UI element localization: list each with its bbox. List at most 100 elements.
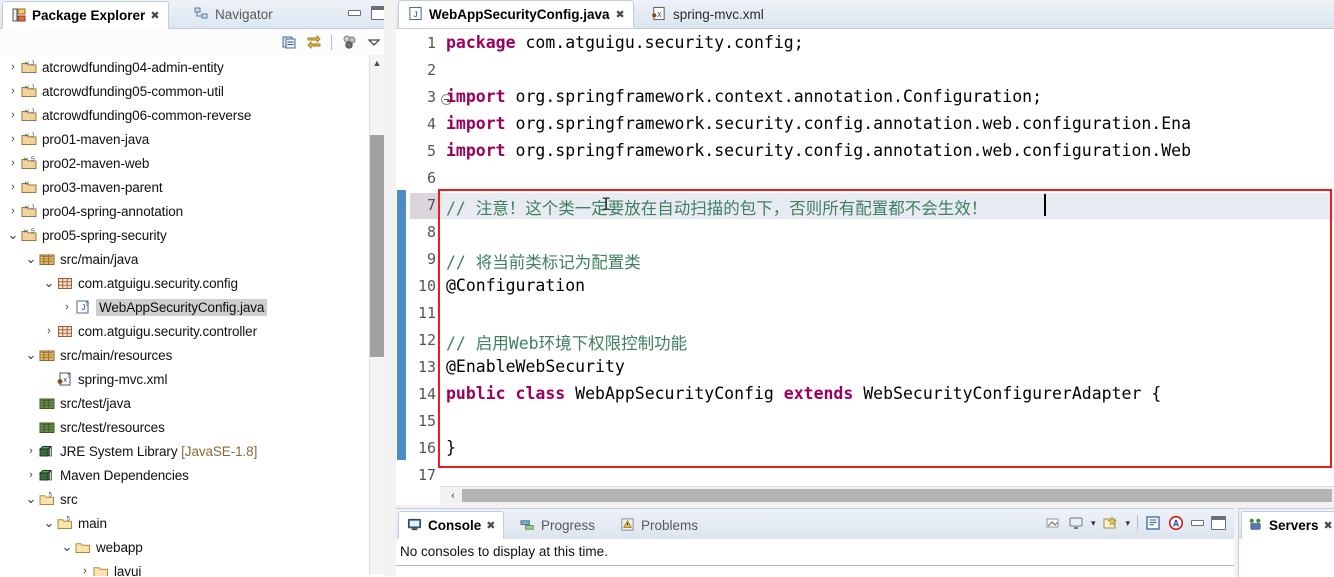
servers-view: Servers ✖ xyxy=(1238,508,1334,577)
chevron-down-icon[interactable]: ⌄ xyxy=(60,540,74,553)
line-number: 10 xyxy=(417,277,436,295)
tab-navigator[interactable]: Navigator xyxy=(186,0,281,28)
tree-item[interactable]: ⌄ webapp xyxy=(0,535,392,559)
collapse-all-icon[interactable] xyxy=(281,34,297,50)
tree-item[interactable]: ⌄ 5 main xyxy=(0,511,392,535)
chevron-right-icon[interactable]: › xyxy=(6,157,20,169)
chevron-down-icon[interactable]: ⌄ xyxy=(6,228,20,241)
tree-item[interactable]: ⌄ 5 src xyxy=(0,487,392,511)
chevron-down-icon[interactable]: ⌄ xyxy=(24,348,38,361)
chevron-right-icon[interactable]: › xyxy=(24,397,38,409)
close-icon[interactable]: ✖ xyxy=(486,519,495,532)
tree-item-label: src xyxy=(60,491,78,507)
maximize-button[interactable] xyxy=(1211,516,1226,530)
close-icon[interactable]: ✖ xyxy=(150,9,159,22)
tree-item[interactable]: › com.atguigu.security.controller xyxy=(0,319,392,343)
tree-item[interactable]: ⌄ src/main/resources xyxy=(0,343,392,367)
line-number: 12 xyxy=(417,331,436,349)
problems-icon xyxy=(620,517,636,533)
chevron-right-icon[interactable]: › xyxy=(78,565,92,576)
line-number: 7 xyxy=(426,196,436,214)
chevron-right-icon[interactable]: › xyxy=(24,445,38,457)
project-tree[interactable]: › M Jatcrowdfunding04-admin-entity › M Jatcro… xyxy=(0,55,392,576)
java-file-icon: J xyxy=(408,6,423,22)
open-console-icon[interactable] xyxy=(1102,515,1118,531)
svg-text:M: M xyxy=(24,229,28,234)
minimize-button[interactable] xyxy=(1191,520,1204,526)
tree-item[interactable]: › src/test/java xyxy=(0,391,392,415)
scroll-up-arrow-icon[interactable]: ▲ xyxy=(370,55,384,71)
open-console-dropdown-icon[interactable]: ▾ xyxy=(1125,518,1130,529)
chevron-right-icon[interactable]: › xyxy=(42,373,56,385)
display-selected-console-dropdown-icon[interactable]: ▾ xyxy=(1091,518,1096,529)
minimize-button[interactable] xyxy=(348,10,361,16)
view-menu-icon[interactable] xyxy=(366,34,382,50)
chevron-right-icon[interactable]: › xyxy=(60,301,74,313)
tree-item[interactable]: › M Jpro04-spring-annotation xyxy=(0,199,392,223)
chevron-right-icon[interactable]: › xyxy=(6,133,20,145)
tree-item[interactable]: › J 5 WebAppSecurityConfig.java xyxy=(0,295,392,319)
editor-horizontal-scrollbar[interactable]: ‹ xyxy=(440,486,1334,505)
chevron-right-icon[interactable]: › xyxy=(6,205,20,217)
tree-item[interactable]: › Mpro03-maven-parent xyxy=(0,175,392,199)
tree-item[interactable]: › Maven Dependencies xyxy=(0,463,392,487)
tree-item[interactable]: › M Jpro01-maven-java xyxy=(0,127,392,151)
explorer-vertical-scrollbar[interactable]: ▲ xyxy=(369,55,384,574)
ansi-console-icon[interactable]: A xyxy=(1168,515,1184,531)
tree-item-label: JRE System Library [JavaSE-1.8] xyxy=(60,443,258,459)
code-editor[interactable]: 1 2 3 4 5 6 7 8 9 10 11 12 13 14 15 16 17 package com.at… xyxy=(396,29,1334,505)
tab-webappsecurityconfig-java[interactable]: J WebAppSecurityConfig.java ✖ xyxy=(398,0,634,28)
svg-text:J: J xyxy=(31,109,34,115)
library-icon xyxy=(38,443,56,459)
tree-item-label: src/main/resources xyxy=(60,347,173,363)
chevron-right-icon[interactable]: › xyxy=(6,109,20,121)
hscrollbar-thumb[interactable] xyxy=(462,489,1332,502)
clear-console-icon[interactable] xyxy=(1045,515,1061,531)
tab-problems[interactable]: Problems xyxy=(612,511,706,539)
tree-item-label: src/test/java xyxy=(60,395,131,411)
tree-item[interactable]: › M Jatcrowdfunding04-admin-entity xyxy=(0,55,392,79)
tab-label: Console xyxy=(428,517,482,533)
display-selected-console-icon[interactable] xyxy=(1068,515,1084,531)
changed-lines-marker xyxy=(397,190,406,460)
chevron-right-icon[interactable]: › xyxy=(24,421,38,433)
chevron-right-icon[interactable]: › xyxy=(6,181,20,193)
tab-package-explorer[interactable]: Package Explorer ✖ xyxy=(2,1,169,29)
tree-item[interactable]: › M Jatcrowdfunding05-common-util xyxy=(0,79,392,103)
tab-spring-mvc-xml[interactable]: X spring-mvc.xml xyxy=(642,0,773,28)
link-with-editor-icon[interactable] xyxy=(306,34,322,50)
word-wrap-icon[interactable] xyxy=(1145,515,1161,531)
chevron-right-icon[interactable]: › xyxy=(6,61,20,73)
tree-item[interactable]: › M Jatcrowdfunding06-common-reverse xyxy=(0,103,392,127)
scrollbar-thumb[interactable] xyxy=(370,135,384,357)
tab-console[interactable]: Console ✖ xyxy=(398,511,505,539)
chevron-down-icon[interactable]: ⌄ xyxy=(42,276,56,289)
tree-item[interactable]: › M 5 pro02-maven-web xyxy=(0,151,392,175)
code-text-area[interactable]: package com.atguigu.security.config; impo… xyxy=(440,29,1334,487)
chevron-right-icon[interactable]: › xyxy=(42,325,56,337)
tree-item[interactable]: › src/test/resources xyxy=(0,415,392,439)
chevron-right-icon[interactable]: › xyxy=(24,469,38,481)
scroll-left-arrow-icon[interactable]: ‹ xyxy=(446,489,460,503)
annotation-ruler[interactable] xyxy=(396,29,410,487)
close-icon[interactable]: ✖ xyxy=(616,8,625,21)
tab-servers[interactable]: Servers ✖ xyxy=(1241,511,1334,539)
tree-item[interactable]: ⌄ com.atguigu.security.config xyxy=(0,271,392,295)
tree-item[interactable]: ›x5spring-mvc.xml xyxy=(0,367,392,391)
tree-item-label: pro02-maven-web xyxy=(42,155,150,171)
tree-item[interactable]: ⌄ src/main/java xyxy=(0,247,392,271)
chevron-down-icon[interactable]: ⌄ xyxy=(24,492,38,505)
chevron-right-icon[interactable]: › xyxy=(6,85,20,97)
tree-item[interactable]: › layui xyxy=(0,559,392,576)
tree-item[interactable]: › JRE System Library [JavaSE-1.8] xyxy=(0,439,392,463)
tree-item[interactable]: ⌄ M 5 pro05-spring-security xyxy=(0,223,392,247)
chevron-down-icon[interactable]: ⌄ xyxy=(42,516,56,529)
view-menu-filters-icon[interactable] xyxy=(341,34,357,50)
tab-progress[interactable]: Progress xyxy=(512,511,603,539)
chevron-down-icon[interactable]: ⌄ xyxy=(24,252,38,265)
tree-item-label: WebAppSecurityConfig.java xyxy=(96,298,268,316)
code-line: @EnableWebSecurity xyxy=(446,357,625,376)
close-icon[interactable]: ✖ xyxy=(1324,519,1333,532)
tree-item-label: main xyxy=(78,515,107,531)
svg-text:5: 5 xyxy=(86,302,90,308)
